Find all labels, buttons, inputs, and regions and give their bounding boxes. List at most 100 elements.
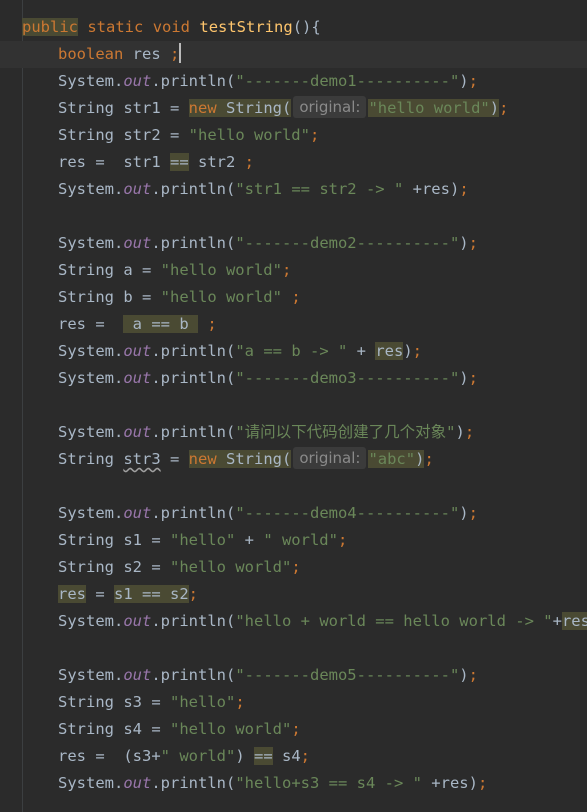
code-line[interactable]: String a = "hello world"; <box>0 257 587 284</box>
code-token: System. <box>58 504 124 522</box>
code-line[interactable]: String str1 = new String(original: "hello… <box>0 95 587 122</box>
code-token: System. <box>58 423 124 441</box>
code-token: ) <box>459 504 469 522</box>
string-token: "str1 == str2 -> " <box>235 180 404 198</box>
code-token: String( <box>216 450 292 468</box>
code-token: == <box>253 747 273 765</box>
text-caret <box>179 43 182 63</box>
code-line[interactable]: System.out.println("-------demo4--------… <box>0 500 587 527</box>
code-token: System. <box>58 72 124 90</box>
code-token: .println( <box>151 234 236 252</box>
code-token: res = <box>58 315 124 333</box>
code-line[interactable] <box>0 392 587 419</box>
string-token: "hello world" <box>169 558 292 576</box>
code-token: System. <box>58 774 124 792</box>
keyword-token: ; <box>412 342 422 360</box>
code-token: System. <box>58 234 124 252</box>
code-line[interactable]: String b = "hello world" ; <box>0 284 587 311</box>
keyword-token: new <box>188 450 217 468</box>
code-token: s4 <box>272 747 301 765</box>
code-token: res <box>561 612 587 630</box>
code-line[interactable]: System.out.println("a == b -> " + res); <box>0 338 587 365</box>
code-line[interactable] <box>0 203 587 230</box>
code-token: .println( <box>151 504 236 522</box>
code-token: ) <box>459 666 469 684</box>
code-line[interactable]: res = str1 == str2 ; <box>0 149 587 176</box>
code-line[interactable]: System.out.println("hello + world == hel… <box>0 608 587 635</box>
code-line[interactable]: System.out.println("-------demo2--------… <box>0 230 587 257</box>
parameter-hint: original: <box>293 96 367 118</box>
code-token: String str2 = <box>58 126 189 144</box>
keyword-token: ; <box>468 369 478 387</box>
keyword-token: ; <box>468 504 478 522</box>
code-line[interactable]: res = s1 == s2; <box>0 581 587 608</box>
code-token: String a = <box>58 261 161 279</box>
code-line[interactable]: String s2 = "hello world"; <box>0 554 587 581</box>
code-token: .println( <box>151 666 236 684</box>
code-token: (){ <box>292 18 321 36</box>
code-line[interactable]: String s3 = "hello"; <box>0 689 587 716</box>
code-line[interactable]: System.out.println("hello+s3 == s4 -> " … <box>0 770 587 797</box>
string-token: "hello world" <box>188 126 310 144</box>
field-token: out <box>123 504 152 522</box>
code-token: .println( <box>151 72 236 90</box>
keyword-token: ; <box>170 45 180 63</box>
code-token: String s1 = <box>58 531 170 549</box>
keyword-token: ; <box>464 423 475 441</box>
code-token: str2 <box>188 153 245 171</box>
code-line[interactable]: System.out.println("请问以下代码创建了几个对象"); <box>0 419 587 446</box>
code-token: String s4 = <box>58 720 170 738</box>
code-token: res <box>375 342 404 360</box>
code-token: System. <box>58 180 124 198</box>
code-line[interactable]: System.out.println("-------demo1--------… <box>0 68 587 95</box>
field-token: out <box>123 342 152 360</box>
code-line[interactable]: res = a == b ; <box>0 311 587 338</box>
code-line[interactable]: System.out.println("-------demo5--------… <box>0 662 587 689</box>
code-line[interactable] <box>0 635 587 662</box>
code-line[interactable]: String str2 = "hello world"; <box>0 122 587 149</box>
keyword-token: ; <box>459 180 469 198</box>
keyword-token: ; <box>499 99 509 117</box>
code-token: res = (s3+ <box>58 747 161 765</box>
code-line[interactable]: String str3 = new String(original: "abc")… <box>0 446 587 473</box>
code-line[interactable]: String s4 = "hello world"; <box>0 716 587 743</box>
string-token: " world" <box>263 531 338 549</box>
code-token: +res) <box>403 180 460 198</box>
string-token: "hello" <box>169 531 236 549</box>
code-token: String s3 = <box>58 693 170 711</box>
code-token: a == b <box>123 315 198 333</box>
code-token: String <box>58 450 124 468</box>
code-token: ) <box>459 369 469 387</box>
field-token: out <box>123 234 152 252</box>
string-token: "-------demo5----------" <box>235 666 460 684</box>
keyword-token: ; <box>281 261 292 279</box>
code-line[interactable]: res = (s3+" world") == s4; <box>0 743 587 770</box>
keyword-token: ; <box>244 153 254 171</box>
code-token: .println( <box>151 423 236 441</box>
field-token: out <box>123 774 152 792</box>
code-line[interactable] <box>0 473 587 500</box>
keyword-token: ; <box>468 72 478 90</box>
code-token: ) <box>489 99 500 117</box>
keyword-token: ; <box>188 585 198 603</box>
string-token: "hello world" <box>160 261 282 279</box>
field-token: out <box>123 612 152 630</box>
field-token: out <box>123 666 152 684</box>
field-token: out <box>123 180 152 198</box>
code-token: res = str1 <box>58 153 170 171</box>
code-token: +res) <box>421 774 478 792</box>
string-token: "a == b -> " <box>235 342 348 360</box>
code-token: .println( <box>151 774 236 792</box>
keyword-token: ; <box>468 234 478 252</box>
keyword-token: ; <box>291 558 301 576</box>
code-line[interactable]: System.out.println("str1 == str2 -> " +r… <box>0 176 587 203</box>
code-line[interactable]: System.out.println("-------demo3--------… <box>0 365 587 392</box>
code-editor[interactable]: public static void testString(){boolean … <box>0 0 587 812</box>
code-line[interactable]: boolean res ; <box>0 41 587 68</box>
code-line[interactable]: public static void testString(){ <box>0 14 587 41</box>
code-line[interactable]: String s1 = "hello" + " world"; <box>0 527 587 554</box>
keyword-token: ; <box>468 666 478 684</box>
code-token: .println( <box>151 180 236 198</box>
